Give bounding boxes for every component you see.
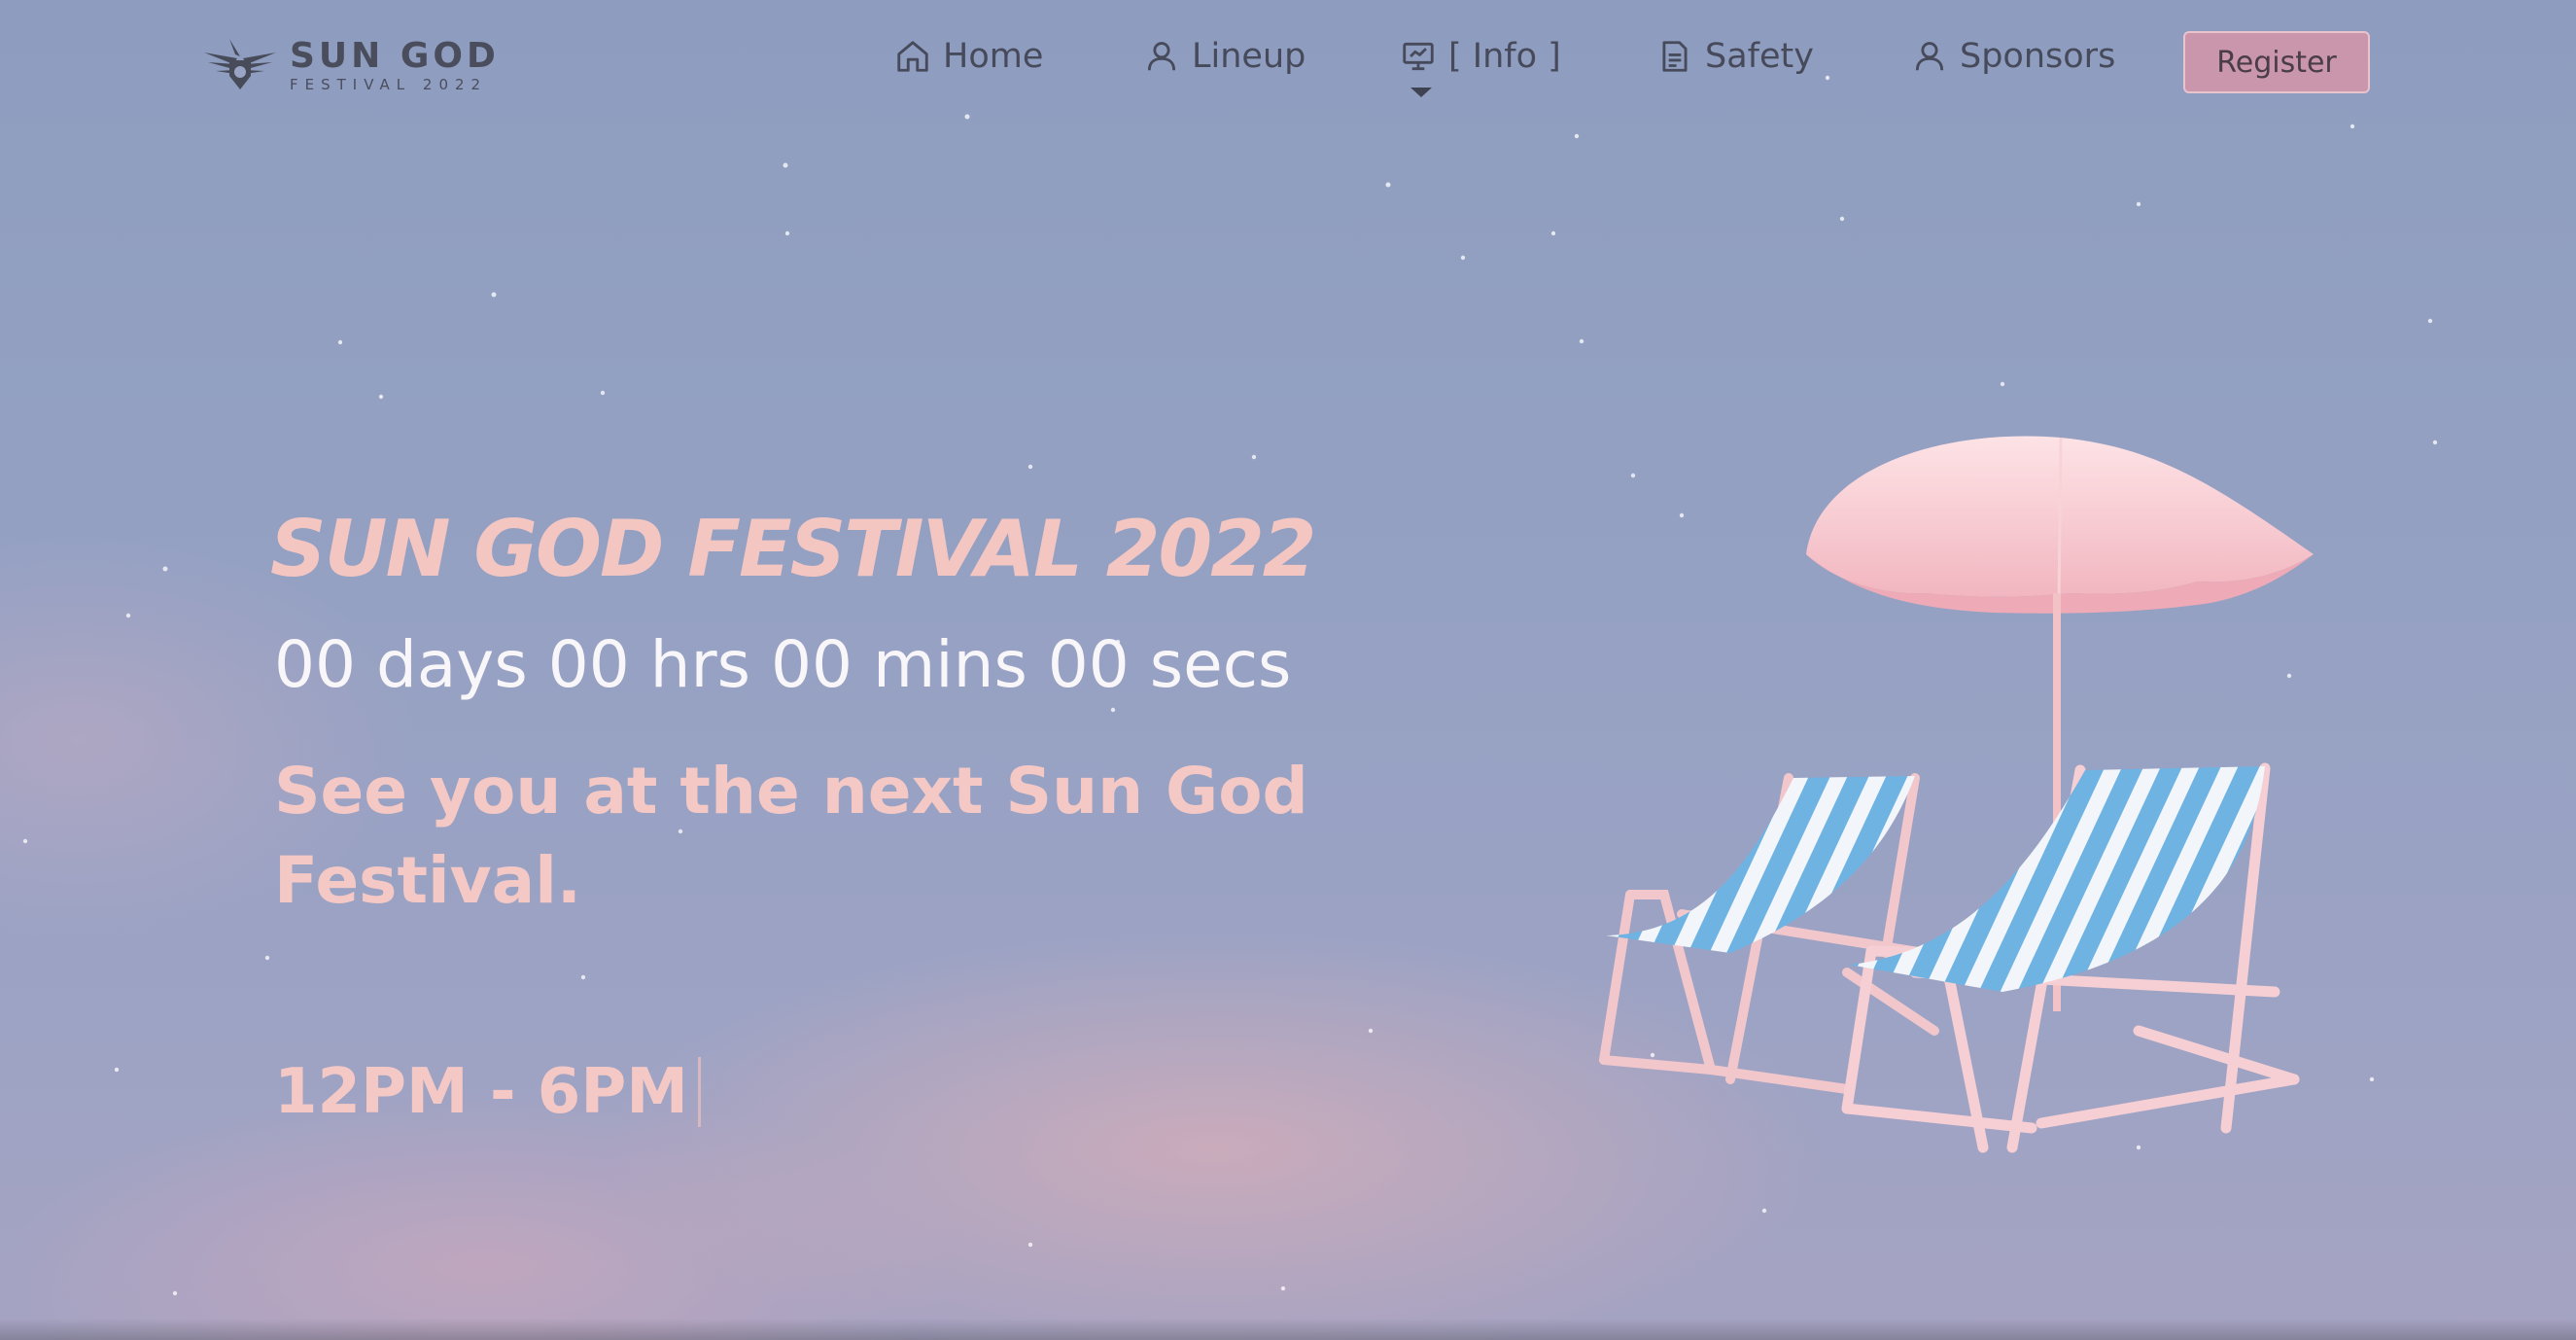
text-cursor <box>697 1057 701 1127</box>
brand-subtitle: FESTIVAL 2022 <box>290 75 488 93</box>
nav-label-info: [ Info ] <box>1448 37 1561 76</box>
presentation-icon <box>1403 42 1434 71</box>
nav-label-lineup: Lineup <box>1192 37 1306 76</box>
event-time-text: 12PM - 6PM <box>274 1056 688 1128</box>
nav-item-safety[interactable]: Safety <box>1656 37 1814 76</box>
event-time: 12PM - 6PM <box>274 1056 701 1128</box>
nav-item-sponsors[interactable]: Sponsors <box>1911 37 2115 76</box>
brand-logo[interactable]: SUN GOD FESTIVAL 2022 <box>200 35 500 95</box>
user-icon <box>1147 42 1176 71</box>
top-nav: SUN GOD FESTIVAL 2022 Home Lineup [ Info… <box>0 0 2576 126</box>
home-icon <box>897 41 928 72</box>
nav-label-sponsors: Sponsors <box>1960 37 2116 76</box>
brand-title: SUN GOD <box>290 35 500 76</box>
dropdown-caret-icon[interactable] <box>1410 88 1432 97</box>
document-icon <box>1662 41 1688 72</box>
nav-item-home[interactable]: Home <box>894 37 1043 76</box>
countdown-timer: 00 days 00 hrs 00 mins 00 secs <box>274 627 1292 702</box>
nav-item-info[interactable]: [ Info ] <box>1400 37 1561 76</box>
beach-chairs-umbrella-illustration <box>1599 436 2314 1153</box>
bottom-shadow <box>0 1319 2576 1340</box>
register-button[interactable]: Register <box>2183 31 2370 93</box>
hero-title: SUN GOD FESTIVAL 2022 <box>270 504 1316 594</box>
nav-item-lineup[interactable]: Lineup <box>1143 37 1305 76</box>
page: SUN GOD FESTIVAL 2022 Home Lineup [ Info… <box>0 0 2576 1340</box>
nav-label-home: Home <box>943 37 1044 76</box>
winged-sun-logo-icon <box>204 39 276 89</box>
hero-tagline: See you at the next Sun God Festival. <box>274 754 1308 918</box>
user-icon <box>1915 42 1944 71</box>
nav-label-safety: Safety <box>1705 37 1814 76</box>
